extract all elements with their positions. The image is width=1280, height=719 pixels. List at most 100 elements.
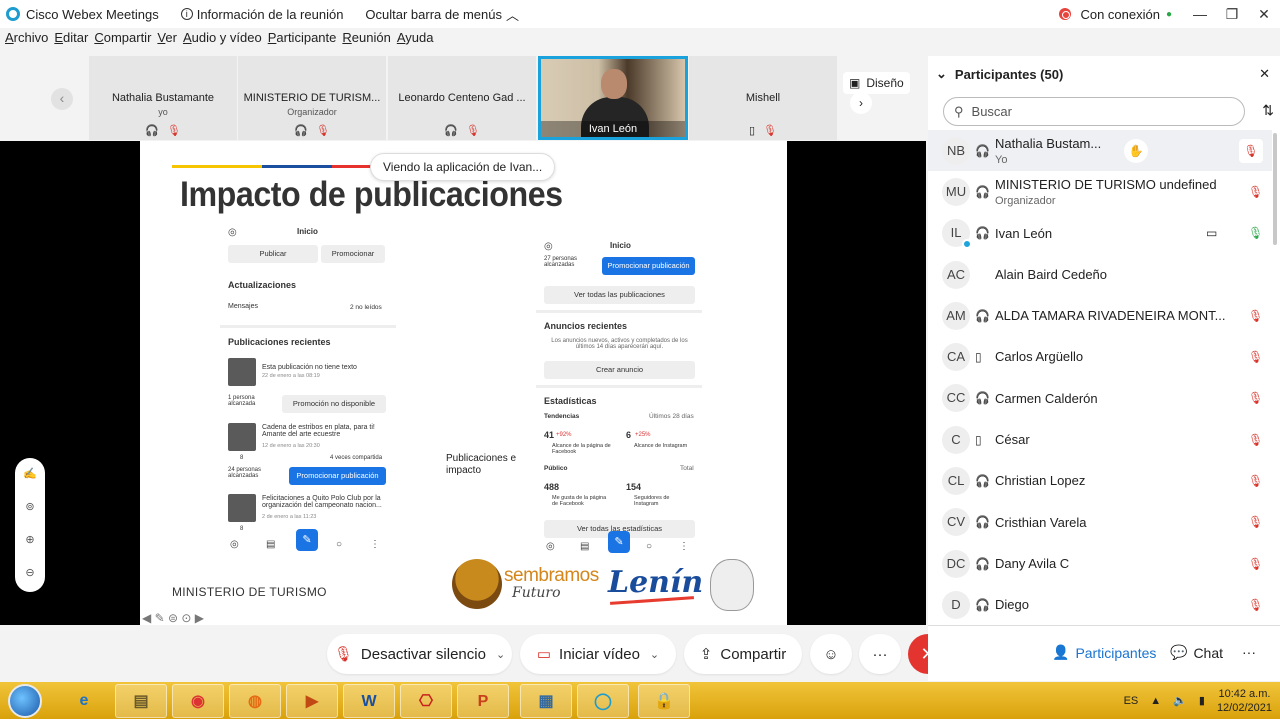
minimize-button[interactable]: — [1184, 6, 1216, 22]
fb-tendencias: Tendencias [544, 413, 580, 420]
zoom-out-icon[interactable]: ⊖ [15, 557, 45, 590]
tile-name: Mishell [745, 92, 781, 104]
headset-icon: 🎧 [975, 391, 990, 406]
active-speaker-video[interactable]: Ivan León [538, 56, 688, 140]
meeting-info-label: Información de la reunión [196, 6, 344, 22]
menu-compartir[interactable]: Compartir [94, 30, 151, 54]
word-icon[interactable]: W [343, 684, 395, 718]
participant-row[interactable]: AM 🎧 ALDA TAMARA RIVADENEIRA MONT... 🎙 [928, 295, 1272, 336]
ecuador-coat-of-arms [710, 559, 754, 611]
mic-muted-icon: 🎙 [1248, 391, 1264, 406]
clock[interactable]: 10:42 a.m. 12/02/2021 [1217, 687, 1272, 715]
mic-muted-icon[interactable]: 🎙 [1239, 138, 1263, 163]
slide-navigation-controls[interactable]: ◀ ✎ ⊜ ⊙ ▶ [142, 611, 204, 625]
sort-icon[interactable]: ⇅ [1262, 102, 1274, 119]
panel-more-button[interactable]: ··· [1242, 644, 1256, 660]
fb-n3: 488 [544, 482, 560, 492]
strip-prev-button[interactable]: ‹ [51, 88, 73, 110]
fb-post1-reach: 1 persona alcanzada [228, 395, 256, 407]
participant-tile[interactable]: Mishell ▯ 🎙 [689, 56, 837, 140]
app-title: Cisco Webex Meetings [26, 6, 159, 22]
zoom-in-icon[interactable]: ⊕ [15, 524, 45, 557]
close-panel-button[interactable]: ✕ [1259, 66, 1270, 82]
fb-actualizaciones: Actualizaciones [228, 280, 297, 290]
signal-icon[interactable]: ▮ [1199, 694, 1205, 707]
language-indicator[interactable]: ES [1124, 695, 1139, 707]
menu-ver[interactable]: Ver [157, 30, 177, 54]
chevron-down-icon[interactable]: ⌄ [650, 648, 659, 661]
tab-participants[interactable]: 👤 Participantes [1052, 644, 1156, 661]
menu-archivo[interactable]: Archivo [5, 30, 48, 54]
fb-ultimos: Últimos 28 días [649, 413, 694, 420]
clock-time: 10:42 a.m. [1218, 687, 1271, 700]
tray-arrow-icon[interactable]: ▲ [1150, 695, 1161, 707]
posts-icon: ▤ [580, 541, 590, 552]
volume-icon[interactable]: 🔈 [1173, 694, 1187, 707]
internet-explorer-icon[interactable]: e [58, 684, 110, 718]
file-explorer-icon[interactable]: ▤ [115, 684, 167, 718]
annotate-icon[interactable]: ✍ [15, 458, 45, 491]
participant-tile[interactable]: Leonardo Centeno Gad ... 🎧 🎙 [388, 56, 536, 140]
reactions-button[interactable]: ☺ [810, 634, 852, 674]
fb-anuncios: Anuncios recientes [544, 321, 628, 331]
participant-row[interactable]: CC 🎧 Carmen Calderón 🎙 [928, 378, 1272, 419]
media-player-icon[interactable]: ▶ [286, 684, 338, 718]
menu-editar[interactable]: Editar [54, 30, 88, 54]
participant-row[interactable]: D 🎧 Diego 🎙 [928, 584, 1272, 625]
connection-status-icon[interactable] [1059, 8, 1072, 20]
menu-audio-video[interactable]: Audio y vídeo [183, 30, 262, 54]
participant-row[interactable]: IL 🎧 Ivan León ▭ 🎙 [928, 213, 1272, 254]
start-video-button[interactable]: ▭ Iniciar vídeo ⌄ [520, 634, 676, 674]
participant-row[interactable]: DC 🎧 Dany Avila C 🎙 [928, 543, 1272, 584]
layout-button[interactable]: ▣ Diseño [843, 72, 910, 94]
participant-row[interactable]: CA ▯ Carlos Argüello 🎙 [928, 336, 1272, 377]
chevron-down-icon[interactable]: ⌄ [496, 648, 505, 661]
chevron-down-icon[interactable]: ⌄ [936, 66, 947, 82]
viewing-app-banner[interactable]: Viendo la aplicación de Ivan... [370, 153, 556, 181]
raise-hand-icon[interactable]: ✋ [1124, 138, 1148, 163]
remote-control-icon[interactable]: ⊚ [15, 491, 45, 524]
firefox-icon[interactable]: ◍ [229, 684, 281, 718]
connection-status[interactable]: Con conexión [1080, 7, 1160, 22]
maximize-button[interactable]: ❐ [1216, 6, 1248, 23]
avatar: NB [942, 136, 970, 165]
menu-reunion[interactable]: Reunión [342, 30, 390, 54]
participant-row[interactable]: NB 🎧 Nathalia Bustam... Yo ✋ 🎙 [928, 130, 1272, 172]
participant-row[interactable]: C ▯ César 🎙 [928, 419, 1272, 460]
chrome-icon[interactable]: ◉ [172, 684, 224, 718]
participant-row[interactable]: CL 🎧 Christian Lopez 🎙 [928, 460, 1272, 501]
pdf-reader-icon[interactable]: ⎔ [400, 684, 452, 718]
participant-name: Cristhian Varela [995, 514, 1087, 530]
lock-app-icon[interactable]: 🔒 [638, 684, 690, 718]
mic-muted-icon: 🎙 [315, 125, 330, 137]
participant-tile[interactable]: MINISTERIO DE TURISM... Organizador 🎧 🎙 [238, 56, 386, 140]
start-button[interactable] [8, 684, 42, 718]
webex-taskbar-icon[interactable]: ◯ [577, 684, 629, 718]
avatar: AM [942, 301, 970, 330]
unmute-button[interactable]: 🎙 Desactivar silencio ⌄ [327, 634, 512, 674]
participant-row[interactable]: CV 🎧 Cristhian Varela 🎙 [928, 502, 1272, 543]
menu-ayuda[interactable]: Ayuda [397, 30, 434, 54]
participant-name: Carmen Calderón [995, 390, 1098, 406]
strip-next-button[interactable]: › [850, 92, 872, 114]
more-icon: ··· [872, 645, 888, 663]
avatar: MU [942, 177, 970, 206]
post-thumbnail [228, 358, 256, 386]
participant-tile[interactable]: Nathalia Bustamante yo 🎧 🎙 [89, 56, 237, 140]
participants-search-input[interactable]: ⚲ Buscar [943, 97, 1245, 126]
participant-row[interactable]: MU 🎧 MINISTERIO DE TURISMO undefined Org… [928, 171, 1272, 212]
powerpoint-icon[interactable]: P [457, 684, 509, 718]
more-options-button[interactable]: ··· [859, 634, 901, 674]
participant-row[interactable]: AC Alain Baird Cedeño [928, 254, 1272, 295]
hide-menu-button[interactable]: Ocultar barra de menús ︿ [365, 5, 519, 24]
participants-scrollbar[interactable] [1273, 133, 1277, 245]
headset-icon: 🎧 [975, 308, 990, 323]
futuro-logo-text: Futuro [512, 585, 561, 601]
share-button[interactable]: ⇪ Compartir [684, 634, 802, 674]
meeting-info-button[interactable]: i Información de la reunión [180, 6, 344, 22]
close-button[interactable]: ✕ [1248, 6, 1280, 23]
tab-chat[interactable]: 💬 Chat [1170, 644, 1223, 661]
smiley-icon: ☺ [823, 645, 839, 663]
menu-participante[interactable]: Participante [268, 30, 337, 54]
network-app-icon[interactable]: ▦ [520, 684, 572, 718]
